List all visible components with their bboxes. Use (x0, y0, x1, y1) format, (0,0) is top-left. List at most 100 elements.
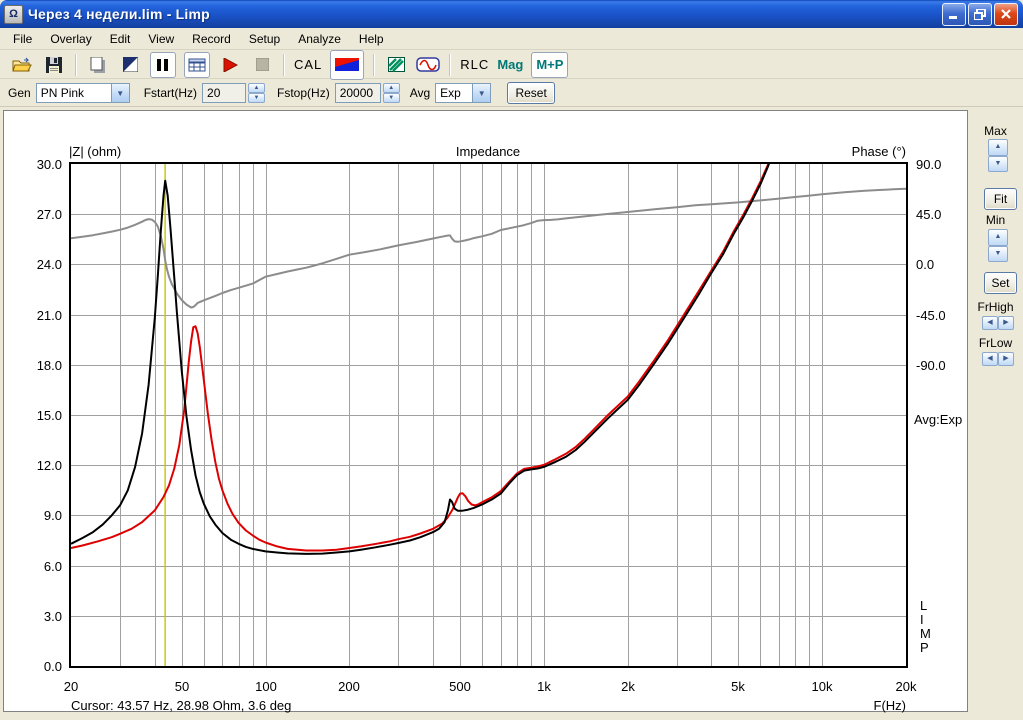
frhigh-stepper[interactable]: ◀ ▶ (982, 316, 1014, 330)
mag-label: Mag (497, 57, 524, 72)
fstop-input[interactable]: 20000 (334, 83, 381, 103)
y-right-tick: 45.0 (916, 207, 942, 222)
close-icon (1001, 9, 1011, 19)
minimize-button[interactable] (942, 2, 966, 26)
minimize-icon (949, 15, 957, 19)
open-file-button[interactable] (10, 53, 34, 77)
set-button[interactable]: Set (984, 272, 1017, 294)
y-right-tick: 0.0 (916, 257, 935, 272)
fstart-stepper[interactable]: ▲ ▼ (248, 83, 266, 103)
magnitude-view-button[interactable]: Mag (497, 53, 523, 77)
chevron-down-icon[interactable]: ▼ (472, 84, 491, 102)
impedance-overlay-curve (71, 164, 770, 552)
app-icon: Ω (4, 4, 23, 24)
toolbar-separator (373, 53, 376, 76)
x-tick: 1k (537, 679, 551, 694)
down-arrow-icon[interactable]: ▼ (988, 155, 1008, 172)
y-left-tick: 27.0 (36, 207, 62, 222)
red-blue-diagonal-icon (335, 58, 360, 71)
spectrum-button[interactable] (384, 53, 408, 77)
y-left-tick: 21.0 (36, 308, 62, 323)
avg-select[interactable]: Exp ▼ (435, 83, 492, 103)
close-button[interactable] (994, 2, 1018, 26)
generator-value: PN Pink (40, 86, 85, 100)
max-stepper[interactable]: ▲ ▼ (988, 139, 1008, 172)
min-stepper[interactable]: ▲ ▼ (988, 229, 1008, 262)
fstart-label: Fstart(Hz) (143, 86, 198, 100)
measurement-controls: Gen PN Pink ▼ Fstart(Hz) 20 ▲ ▼ Fstop(Hz… (0, 80, 1023, 107)
table-view-button[interactable] (184, 51, 210, 78)
pause-button[interactable] (150, 51, 176, 78)
impedance-chart[interactable] (71, 164, 906, 666)
cursor-readout: Cursor: 43.57 Hz, 28.98 Ohm, 3.6 deg (71, 698, 292, 713)
menu-item-edit[interactable]: Edit (101, 30, 140, 48)
x-tick: 500 (449, 679, 471, 694)
min-label: Min (985, 213, 1006, 227)
copy-button[interactable] (86, 53, 110, 77)
x-tick: 20k (895, 679, 917, 694)
bw-diagonal-icon (122, 57, 138, 72)
chart-gridlines (71, 164, 906, 666)
x-tick: 200 (338, 679, 360, 694)
stop-icon (255, 58, 269, 71)
menu-item-record[interactable]: Record (183, 30, 240, 48)
document-icon (90, 56, 105, 73)
menubar: File Overlay Edit View Record Setup Analyze Hel… (0, 28, 1023, 50)
bw-mode-button[interactable] (118, 53, 142, 77)
fstop-label: Fstop(Hz) (277, 86, 330, 100)
left-arrow-icon[interactable]: ◀ (982, 352, 998, 366)
restore-button[interactable] (968, 2, 992, 26)
x-tick: 10k (811, 679, 833, 694)
table-grid-icon (188, 58, 206, 71)
menu-item-setup[interactable]: Setup (240, 30, 289, 48)
down-arrow-icon[interactable]: ▼ (988, 245, 1008, 262)
phase-curve (71, 187, 906, 309)
window-titlebar: Ω Через 4 недели.lim - Limp (0, 0, 1023, 28)
limp-watermark: L I M P (920, 598, 931, 655)
frhigh-label: FrHigh (977, 300, 1014, 314)
up-arrow-icon[interactable]: ▲ (988, 229, 1008, 246)
menu-item-help[interactable]: Help (350, 30, 393, 48)
up-arrow-icon[interactable]: ▲ (248, 83, 266, 93)
down-arrow-icon[interactable]: ▼ (248, 93, 266, 103)
gen-label: Gen (8, 86, 31, 100)
generator-select[interactable]: PN Pink ▼ (35, 83, 130, 103)
rlc-button[interactable]: RLC (460, 53, 489, 77)
mag-phase-view-button[interactable]: M+P (531, 51, 569, 78)
menu-item-overlay[interactable]: Overlay (41, 30, 100, 48)
menu-item-view[interactable]: View (139, 30, 183, 48)
averaging-note: Avg:Exp (914, 412, 963, 427)
up-arrow-icon[interactable]: ▲ (382, 83, 400, 93)
open-folder-icon (12, 57, 32, 71)
right-arrow-icon[interactable]: ▶ (998, 316, 1014, 330)
up-arrow-icon[interactable]: ▲ (988, 139, 1008, 156)
x-tick: 2k (621, 679, 635, 694)
menu-item-analyze[interactable]: Analyze (289, 30, 350, 48)
frlow-label: FrLow (978, 336, 1013, 350)
record-stop-button[interactable] (250, 53, 274, 77)
overlay-color-button[interactable] (330, 49, 365, 80)
chart-panel: |Z| (ohm) Impedance Phase (°) 30.0 27.0 24… (3, 110, 968, 713)
plot-area[interactable] (69, 162, 908, 668)
signal-generator-button[interactable] (416, 53, 441, 77)
record-start-button[interactable] (218, 53, 242, 77)
save-button[interactable] (42, 53, 66, 77)
sine-wave-icon (416, 57, 441, 72)
avg-label: Avg (409, 86, 431, 100)
menu-item-file[interactable]: File (4, 30, 41, 48)
x-tick: 5k (731, 679, 745, 694)
left-arrow-icon[interactable]: ◀ (982, 316, 998, 330)
y-right-tick: -45.0 (916, 308, 946, 323)
frlow-stepper[interactable]: ◀ ▶ (982, 352, 1014, 366)
fstart-input[interactable]: 20 (202, 83, 247, 103)
fstop-stepper[interactable]: ▲ ▼ (382, 83, 400, 103)
chevron-down-icon[interactable]: ▼ (110, 84, 129, 102)
y-left-tick: 30.0 (36, 157, 62, 172)
reset-button[interactable]: Reset (507, 82, 556, 104)
calibrate-button[interactable]: CAL (294, 53, 322, 77)
y-left-tick: 12.0 (36, 458, 62, 473)
fit-button[interactable]: Fit (984, 188, 1017, 210)
toolbar-separator (449, 53, 452, 76)
right-arrow-icon[interactable]: ▶ (998, 352, 1014, 366)
down-arrow-icon[interactable]: ▼ (382, 93, 400, 103)
